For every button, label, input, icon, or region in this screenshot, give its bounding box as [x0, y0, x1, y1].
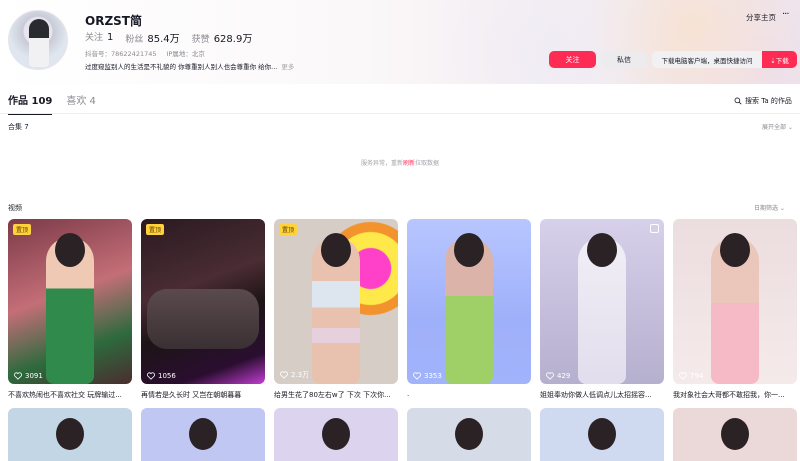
search-works-button[interactable]: 搜索 Ta 的作品 [734, 96, 792, 106]
video-thumbnail[interactable] [8, 408, 132, 461]
tab-works[interactable]: 作品 109 [8, 92, 53, 115]
video-thumbnail[interactable] [673, 408, 797, 461]
video-card[interactable]: 置顶 3091 不喜欢热闹也不喜欢社交 玩牌输过... [8, 219, 132, 406]
share-profile-button[interactable]: 分享主页 [746, 12, 776, 23]
profile-nickname: ORZST简 [85, 14, 142, 28]
download-button[interactable]: ⇣下载 [762, 51, 797, 68]
video-grid: 置顶 3091 不喜欢热闹也不喜欢社交 玩牌输过... 置顶 1056 再情若是… [8, 219, 797, 406]
videos-section-label: 视频 [8, 204, 22, 212]
following-stat[interactable]: 关注 1 [85, 30, 113, 45]
heart-icon [147, 372, 155, 380]
video-grid-row-2 [8, 408, 797, 461]
video-thumbnail[interactable]: 429 [540, 219, 664, 384]
heart-icon [413, 372, 421, 380]
heart-icon [679, 372, 687, 380]
video-likes: 2.3万 [280, 370, 309, 380]
collection-label: 合集 7 [8, 123, 29, 131]
refresh-link[interactable]: 刷新 [403, 160, 415, 167]
video-likes: 3091 [14, 372, 43, 380]
video-card[interactable]: 置顶 1056 再情若是久长时 又岂在朝朝暮暮 [141, 219, 265, 406]
video-card[interactable]: 3353 . [407, 219, 531, 406]
video-thumbnail[interactable]: 置顶 2.3万 [274, 219, 398, 384]
video-thumbnail[interactable]: 3353 [407, 219, 531, 384]
bio-more-link[interactable]: 更多 [281, 63, 294, 71]
video-card[interactable]: 794 我对象社会大哥都不敢招我，你一... [673, 219, 797, 406]
video-thumbnail[interactable] [540, 408, 664, 461]
search-works-label: 搜索 Ta 的作品 [745, 97, 792, 105]
heart-icon [14, 372, 22, 380]
pinned-badge: 置顶 [279, 224, 298, 235]
ip-location: IP属地：北京 [166, 50, 205, 58]
video-thumbnail[interactable]: 794 [673, 219, 797, 384]
avatar-photo [29, 19, 49, 67]
download-client-hint: 下载电脑客户端，桌面快捷访问 [652, 51, 762, 68]
video-thumbnail[interactable]: 置顶 3091 [8, 219, 132, 384]
heart-icon [280, 371, 288, 379]
message-button[interactable]: 私信 [601, 51, 647, 68]
video-caption[interactable]: . [407, 390, 531, 398]
followers-stat[interactable]: 粉丝 85.4万 [125, 30, 179, 45]
profile-header: ORZST简 关注 1 粉丝 85.4万 获赞 628.9万 抖音号：78622421… [0, 0, 800, 84]
profile-bio: 过度窥监别人的生活是不礼貌的 你尊重别人别人也会尊重你 给你... 更多 [85, 63, 295, 71]
video-thumbnail[interactable] [407, 408, 531, 461]
follow-button[interactable]: 关注 [549, 51, 596, 68]
video-likes: 794 [679, 372, 703, 380]
tabs-divider [0, 113, 800, 114]
pinned-badge: 置顶 [13, 224, 32, 235]
multi-image-icon [650, 224, 659, 233]
tab-likes[interactable]: 喜欢 4 [66, 92, 96, 115]
video-caption[interactable]: 给男生花了80左右w了 下次 下次你... [274, 390, 398, 400]
video-caption[interactable]: 我对象社会大哥都不敢招我，你一... [673, 390, 797, 400]
search-icon [734, 97, 742, 105]
video-thumbnail[interactable] [274, 408, 398, 461]
collection-error-message: 服务异常，重新刷新拉取数据 [360, 160, 440, 167]
video-likes: 429 [546, 372, 570, 380]
more-options-icon[interactable]: ··· [782, 9, 789, 20]
video-caption[interactable]: 不喜欢热闹也不喜欢社交 玩牌输过... [8, 390, 132, 400]
video-caption[interactable]: 再情若是久长时 又岂在朝朝暮暮 [141, 390, 265, 400]
avatar[interactable] [8, 10, 68, 70]
date-filter-button[interactable]: 日期筛选 ⌄ [754, 203, 785, 212]
expand-all-button[interactable]: 展开全部 ⌄ [762, 122, 793, 131]
video-card[interactable]: 置顶 2.3万 给男生花了80左右w了 下次 下次你... [274, 219, 398, 406]
video-thumbnail[interactable] [141, 408, 265, 461]
video-likes: 3353 [413, 372, 442, 380]
profile-meta: 抖音号：78622421745 IP属地：北京 [85, 48, 205, 58]
heart-icon [546, 372, 554, 380]
video-thumbnail[interactable]: 置顶 1056 [141, 219, 265, 384]
video-caption[interactable]: 姐姐奉劝你做人低调点儿太招摇容... [540, 390, 664, 400]
likes-stat: 获赞 628.9万 [191, 34, 253, 45]
profile-tabs: 作品 109 喜欢 4 [8, 92, 96, 115]
profile-stats: 关注 1 粉丝 85.4万 获赞 628.9万 [85, 30, 252, 45]
pinned-badge: 置顶 [146, 224, 165, 235]
video-card[interactable]: 429 姐姐奉劝你做人低调点儿太招摇容... [540, 219, 664, 406]
douyin-id: 抖音号：78622421745 [85, 50, 157, 58]
video-likes: 1056 [147, 372, 176, 380]
